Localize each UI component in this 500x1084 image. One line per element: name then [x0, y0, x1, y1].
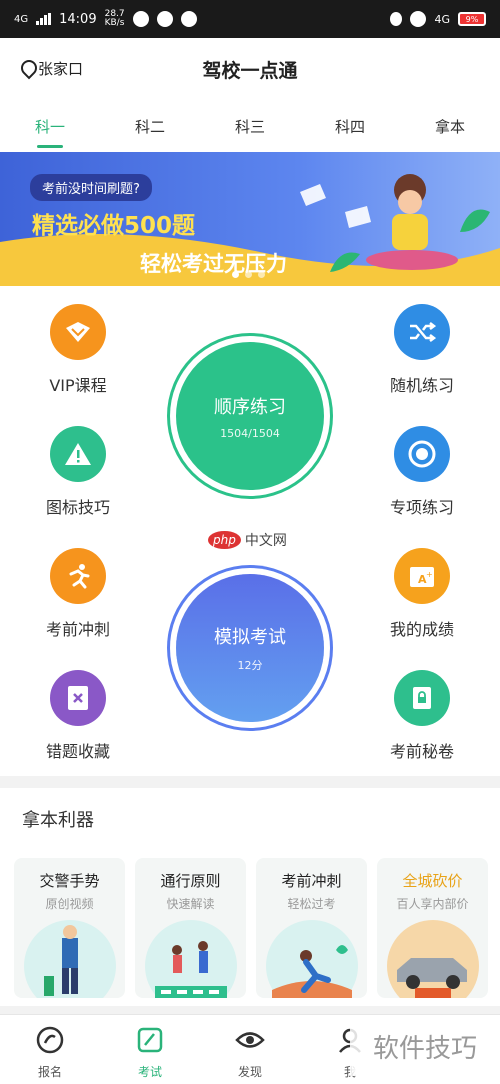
app-header: 张家口 驾校一点通	[0, 38, 500, 100]
status-time: 14:09	[59, 11, 97, 27]
corner-watermark: 软件技巧	[350, 1016, 500, 1076]
nav-label: 考试	[137, 1065, 162, 1079]
tab-subject-1[interactable]: 科一	[0, 100, 100, 152]
icon-skill-label: 图标技巧	[45, 498, 110, 517]
topic-practice-label: 专项练习	[389, 498, 454, 517]
warning-icon	[50, 426, 106, 482]
tool-card-subtitle: 百人享内部价	[396, 897, 469, 911]
tool-card-title: 全城砍价	[402, 872, 463, 890]
exam-sprint-item[interactable]: 考前冲刺	[23, 548, 133, 640]
signup-icon	[36, 1026, 64, 1054]
message-icon	[180, 11, 197, 27]
wrong-collection-label: 错题收藏	[45, 742, 110, 761]
alarm-icon	[410, 11, 427, 27]
nav-signup[interactable]: 报名	[0, 1015, 100, 1084]
icon-skill-item[interactable]: 图标技巧	[23, 426, 133, 518]
my-score-item[interactable]: A + 我的成绩	[367, 548, 477, 640]
topic-practice-item[interactable]: 专项练习	[367, 426, 477, 518]
battery-icon: 9%	[458, 12, 486, 26]
grade-card-icon: A +	[394, 548, 450, 604]
sequential-practice-button[interactable]: 顺序练习 1504/1504	[176, 342, 324, 490]
my-score-label: 我的成绩	[389, 620, 454, 639]
runner-illustration	[266, 920, 358, 998]
signal-icon	[36, 13, 52, 25]
shuffle-icon	[394, 304, 450, 360]
site-watermark: php 中文网	[208, 530, 287, 550]
right-network-label: 4G	[434, 12, 450, 26]
php-badge: php	[208, 531, 241, 549]
nav-label: 报名	[37, 1065, 62, 1079]
network-label: 4G	[14, 13, 29, 25]
traffic-police-illustration	[24, 920, 116, 998]
banner-question: 考前没时间刷题?	[30, 174, 152, 201]
random-practice-label: 随机练习	[389, 376, 454, 395]
tab-subject-2[interactable]: 科二	[100, 100, 200, 152]
pager-dot	[245, 271, 252, 278]
secret-paper-icon	[394, 670, 450, 726]
vip-course-label: VIP课程	[49, 376, 107, 395]
banner-pager	[232, 271, 265, 278]
wrong-book-icon	[50, 670, 106, 726]
status-bar: 4G 14:09 28.7 KB/s 4G 9%	[0, 0, 500, 38]
car-illustration	[387, 920, 479, 998]
secret-paper-item[interactable]: 考前秘卷	[367, 670, 477, 762]
sequential-practice-progress: 1504/1504	[220, 426, 280, 440]
tool-card-subtitle: 轻松过考	[287, 897, 336, 911]
wrong-collection-item[interactable]: 错题收藏	[23, 670, 133, 762]
page-title: 驾校一点通	[202, 60, 298, 82]
nav-exam[interactable]: 考试	[100, 1015, 200, 1084]
edit-icon	[137, 1027, 163, 1053]
banner-headline: 精选必做500题	[32, 213, 196, 239]
sequential-practice-label: 顺序练习	[214, 396, 286, 418]
crosswalk-illustration	[145, 920, 237, 998]
tab-get-license[interactable]: 拿本	[400, 100, 500, 152]
tab-subject-3[interactable]: 科三	[200, 100, 300, 152]
runner-icon	[50, 548, 106, 604]
subject-tabs: 科一 科二 科三 科四 拿本	[0, 100, 500, 152]
tool-card-title: 交警手势	[39, 872, 100, 890]
tool-card-subtitle: 快速解读	[166, 897, 215, 911]
tool-card-traffic-rules[interactable]: 通行原则 快速解读	[135, 858, 246, 998]
promo-banner[interactable]: 考前没时间刷题? 精选必做500题 轻松考过无压力	[0, 152, 500, 286]
eye-icon	[235, 1032, 265, 1048]
tool-card-title: 考前冲刺	[281, 872, 342, 890]
app-notification-icon	[132, 11, 149, 27]
tool-card-gestures[interactable]: 交警手势 原创视频	[14, 858, 125, 998]
mock-exam-label: 模拟考试	[214, 627, 286, 648]
pager-dot	[232, 271, 239, 278]
exam-sprint-label: 考前冲刺	[45, 620, 110, 639]
vip-course-item[interactable]: VIP课程	[23, 304, 133, 396]
tool-card-bargain[interactable]: 全城砍价 百人享内部价	[377, 858, 488, 998]
license-tools-section: 拿本利器 交警手势 原创视频 通行原则 快速解读 考前冲刺 轻松过考 全城砍价 …	[0, 788, 500, 1006]
tool-card-title: 通行原则	[160, 872, 221, 890]
mock-exam-score: 12分	[237, 659, 263, 672]
svg-text:+: +	[426, 570, 433, 579]
secret-paper-label: 考前秘卷	[389, 742, 454, 761]
random-practice-item[interactable]: 随机练习	[367, 304, 477, 396]
nav-discover[interactable]: 发现	[200, 1015, 300, 1084]
location-icon	[390, 12, 403, 26]
vip-icon	[50, 304, 106, 360]
tab-subject-4[interactable]: 科四	[300, 100, 400, 152]
tool-card-sprint[interactable]: 考前冲刺 轻松过考	[256, 858, 367, 998]
pager-dot	[258, 271, 265, 278]
qq-icon	[156, 11, 173, 27]
nav-label: 发现	[237, 1065, 262, 1079]
tool-card-subtitle: 原创视频	[45, 897, 94, 911]
net-speed: 28.7 KB/s	[104, 9, 125, 28]
php-watermark-text: 中文网	[244, 533, 287, 549]
section-title: 拿本利器	[22, 810, 94, 831]
target-icon	[394, 426, 450, 482]
mock-exam-button[interactable]: 模拟考试 12分	[176, 574, 324, 722]
